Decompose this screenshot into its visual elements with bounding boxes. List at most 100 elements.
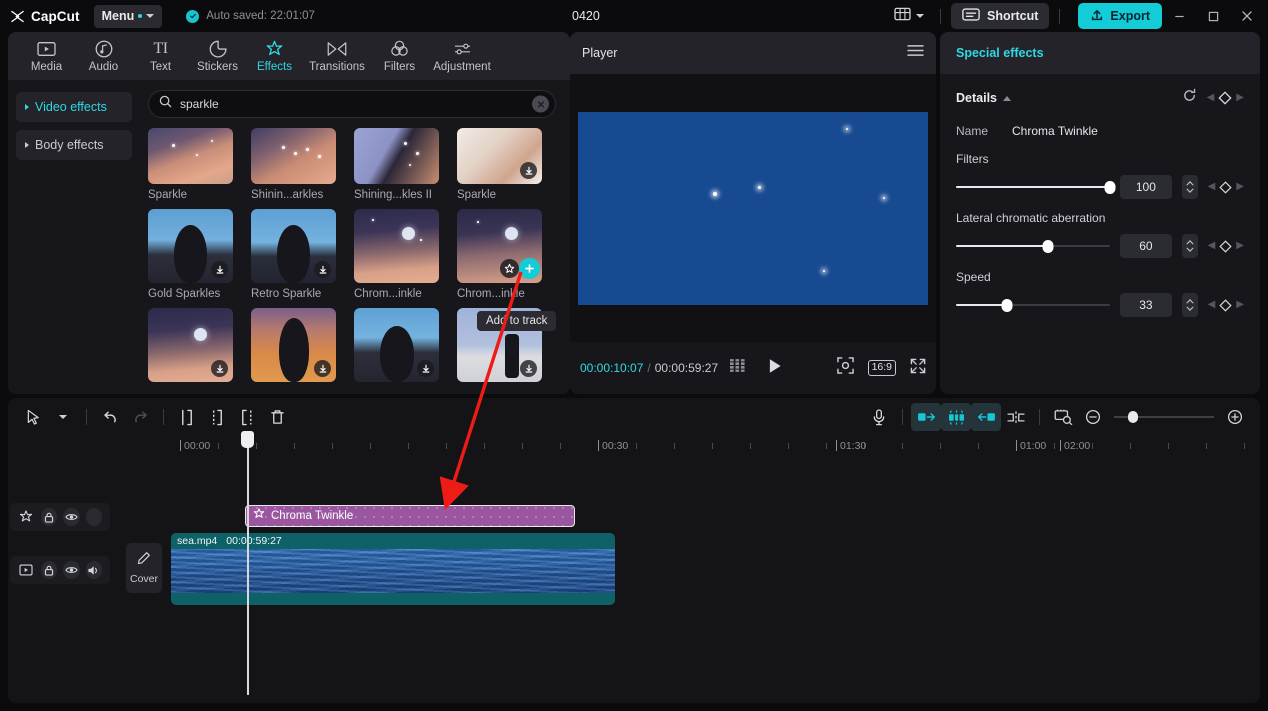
current-timecode[interactable]: 00:00:10:07 (580, 361, 643, 375)
effect-thumbnail[interactable] (148, 308, 233, 382)
timeline-ruler[interactable]: 00:00 00:30 01:00 (8, 436, 1260, 460)
filters-slider[interactable] (956, 180, 1116, 194)
effect-card[interactable]: Gold Sparkles (148, 209, 233, 300)
category-body-effects[interactable]: Body effects (16, 130, 132, 160)
keyframe-diamond-icon[interactable] (1219, 180, 1232, 194)
cover-button[interactable]: Cover (126, 543, 162, 593)
filters-value[interactable]: 100 (1119, 175, 1172, 199)
keyframe-prev-icon[interactable]: ◀ (1208, 300, 1216, 310)
add-to-track-button[interactable] (519, 258, 540, 279)
keyframe-next-icon[interactable]: ▶ (1236, 93, 1244, 103)
tab-transitions[interactable]: Transitions (303, 33, 371, 79)
aberration-keyframe-group[interactable]: ◀ ▶ (1208, 239, 1244, 253)
favorite-star-icon[interactable] (500, 259, 519, 278)
keyframe-nav-group[interactable]: ◀ ▶ (1207, 91, 1244, 105)
search-box[interactable]: sparkle (148, 90, 556, 118)
effect-card[interactable] (148, 308, 233, 387)
effect-thumbnail[interactable] (457, 128, 542, 184)
keyframe-prev-icon[interactable]: ◀ (1207, 93, 1215, 103)
select-tool-button[interactable] (18, 403, 48, 431)
effect-track-header[interactable] (10, 503, 110, 531)
reverse-button[interactable] (971, 403, 1001, 431)
download-icon[interactable] (314, 261, 331, 278)
redo-button[interactable] (125, 403, 155, 431)
effect-card[interactable]: Retro Sparkle (251, 209, 336, 300)
speaker-icon[interactable] (85, 561, 102, 579)
keyframe-diamond-icon[interactable] (1219, 239, 1232, 253)
keyframe-next-icon[interactable]: ▶ (1236, 182, 1244, 192)
video-track-header[interactable] (10, 556, 110, 584)
menu-button[interactable]: Menu (93, 4, 163, 28)
chevron-up-icon[interactable] (1003, 95, 1011, 101)
aberration-value[interactable]: 60 (1119, 234, 1172, 258)
split-clip-button[interactable] (1001, 403, 1031, 431)
tab-stickers[interactable]: Stickers (189, 33, 246, 79)
project-title[interactable]: 0420 (572, 9, 600, 23)
eye-icon[interactable] (63, 561, 80, 579)
speed-value[interactable]: 33 (1119, 293, 1172, 317)
aspect-ratio-button[interactable]: 16:9 (867, 360, 896, 376)
filters-stepper[interactable] (1181, 175, 1198, 199)
playhead-handle[interactable] (241, 431, 254, 448)
download-icon[interactable] (520, 162, 537, 179)
download-icon[interactable] (520, 360, 537, 377)
effect-card[interactable]: Shining...kles II (354, 128, 439, 201)
lock-icon[interactable] (40, 561, 57, 579)
download-icon[interactable] (211, 261, 228, 278)
lock-icon[interactable] (40, 508, 57, 526)
effect-thumbnail[interactable] (148, 209, 233, 283)
freeze-button[interactable] (941, 403, 971, 431)
download-icon[interactable] (417, 360, 434, 377)
effect-thumbnail[interactable] (251, 209, 336, 283)
effect-thumbnail[interactable] (354, 128, 439, 184)
effect-card[interactable]: Chrom...inkle (354, 209, 439, 300)
details-section-header[interactable]: Details ◀ ▶ (956, 88, 1244, 108)
slider-knob[interactable] (1001, 298, 1013, 312)
layout-button[interactable] (888, 3, 930, 30)
effect-thumbnail[interactable] (251, 308, 336, 382)
effect-card[interactable] (251, 308, 336, 387)
effect-card[interactable]: Sparkle (148, 128, 233, 201)
minimize-button[interactable] (1162, 0, 1196, 32)
tab-filters[interactable]: Filters (371, 33, 428, 79)
record-voiceover-button[interactable] (864, 403, 894, 431)
shortcut-button[interactable]: Shortcut (951, 3, 1050, 29)
eye-icon[interactable] (63, 508, 80, 526)
reset-icon[interactable] (1182, 88, 1197, 108)
speed-stepper[interactable] (1181, 293, 1198, 317)
zoom-out-button[interactable] (1078, 403, 1108, 431)
fullscreen-icon[interactable] (910, 358, 926, 379)
keyframe-prev-icon[interactable]: ◀ (1208, 182, 1216, 192)
fit-screen-icon[interactable] (836, 357, 854, 379)
timeline-zoom-slider[interactable] (1114, 410, 1214, 424)
maximize-button[interactable] (1196, 0, 1230, 32)
tab-text[interactable]: TI Text (132, 33, 189, 79)
track-more-button[interactable] (85, 508, 102, 526)
effect-clip-chroma-twinkle[interactable]: Chroma Twinkle (245, 505, 575, 527)
effects-star-icon[interactable] (18, 508, 35, 526)
speed-slider[interactable] (956, 298, 1110, 312)
effect-thumbnail[interactable] (148, 128, 233, 184)
video-icon[interactable] (18, 561, 35, 579)
frames-icon[interactable] (730, 359, 751, 377)
category-video-effects[interactable]: Video effects (16, 92, 132, 122)
effect-card[interactable]: Sparkle (457, 128, 542, 201)
keyframe-diamond-icon[interactable] (1219, 298, 1232, 312)
effect-card-chroma-twinkle-hover[interactable]: Chrom...inkle (457, 209, 542, 300)
keyframe-next-icon[interactable]: ▶ (1236, 241, 1244, 251)
slider-knob[interactable] (1104, 180, 1116, 194)
video-preview-stage[interactable] (570, 74, 936, 342)
play-button[interactable] (768, 358, 782, 379)
trim-left-button[interactable] (202, 403, 232, 431)
search-input[interactable]: sparkle (180, 97, 219, 111)
close-button[interactable] (1230, 0, 1264, 32)
crop-button[interactable] (1048, 403, 1078, 431)
search-clear-button[interactable] (532, 95, 549, 113)
split-button[interactable] (172, 403, 202, 431)
effect-thumbnail[interactable] (457, 209, 542, 283)
keyframe-prev-icon[interactable]: ◀ (1208, 241, 1216, 251)
keyframe-next-icon[interactable]: ▶ (1236, 300, 1244, 310)
tab-audio[interactable]: Audio (75, 33, 132, 79)
aberration-slider[interactable] (956, 239, 1110, 253)
effect-card[interactable]: Shinin...arkles (251, 128, 336, 201)
